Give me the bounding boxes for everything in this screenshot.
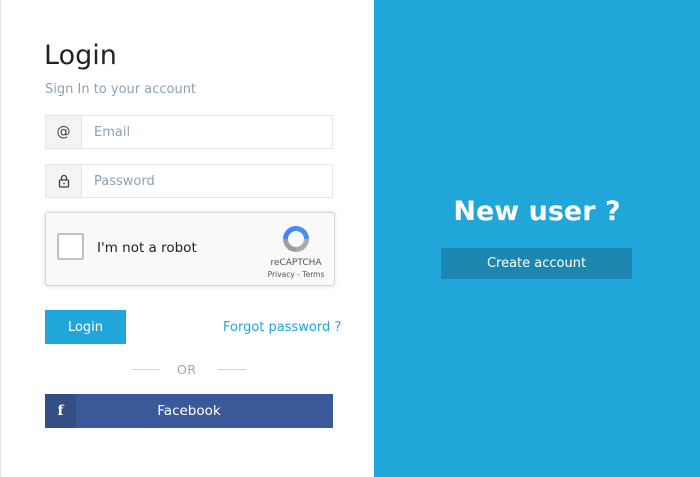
- page-subtitle: Sign In to your account: [45, 82, 197, 97]
- email-field[interactable]: [82, 116, 332, 148]
- new-user-heading: New user ?: [453, 196, 621, 227]
- divider-left: [131, 369, 159, 370]
- recaptcha-logo-icon: [283, 226, 309, 252]
- recaptcha-links[interactable]: Privacy - Terms: [264, 270, 328, 279]
- at-icon: @: [46, 116, 82, 148]
- register-panel: New user ? Create account: [374, 0, 700, 477]
- password-input-group: [45, 164, 333, 198]
- email-input-group: @: [45, 115, 333, 149]
- recaptcha-brand: reCAPTCHA: [270, 258, 322, 268]
- facebook-login-button[interactable]: f Facebook: [45, 394, 333, 428]
- create-account-button[interactable]: Create account: [441, 248, 632, 279]
- password-field[interactable]: [82, 165, 332, 197]
- login-panel: Login Sign In to your account @ I'm not …: [0, 0, 374, 477]
- forgot-password-link[interactable]: Forgot password ?: [223, 320, 341, 335]
- recaptcha-widget: I'm not a robot reCAPTCHA Privacy - Term…: [45, 212, 335, 286]
- recaptcha-label: I'm not a robot: [97, 240, 197, 256]
- page-title: Login: [44, 40, 117, 71]
- lock-icon: [46, 165, 82, 197]
- divider-text: OR: [177, 362, 197, 377]
- login-button[interactable]: Login: [45, 310, 126, 344]
- facebook-label: Facebook: [157, 403, 221, 419]
- facebook-icon: f: [45, 394, 76, 428]
- divider-right: [218, 369, 246, 370]
- recaptcha-checkbox[interactable]: [57, 233, 84, 260]
